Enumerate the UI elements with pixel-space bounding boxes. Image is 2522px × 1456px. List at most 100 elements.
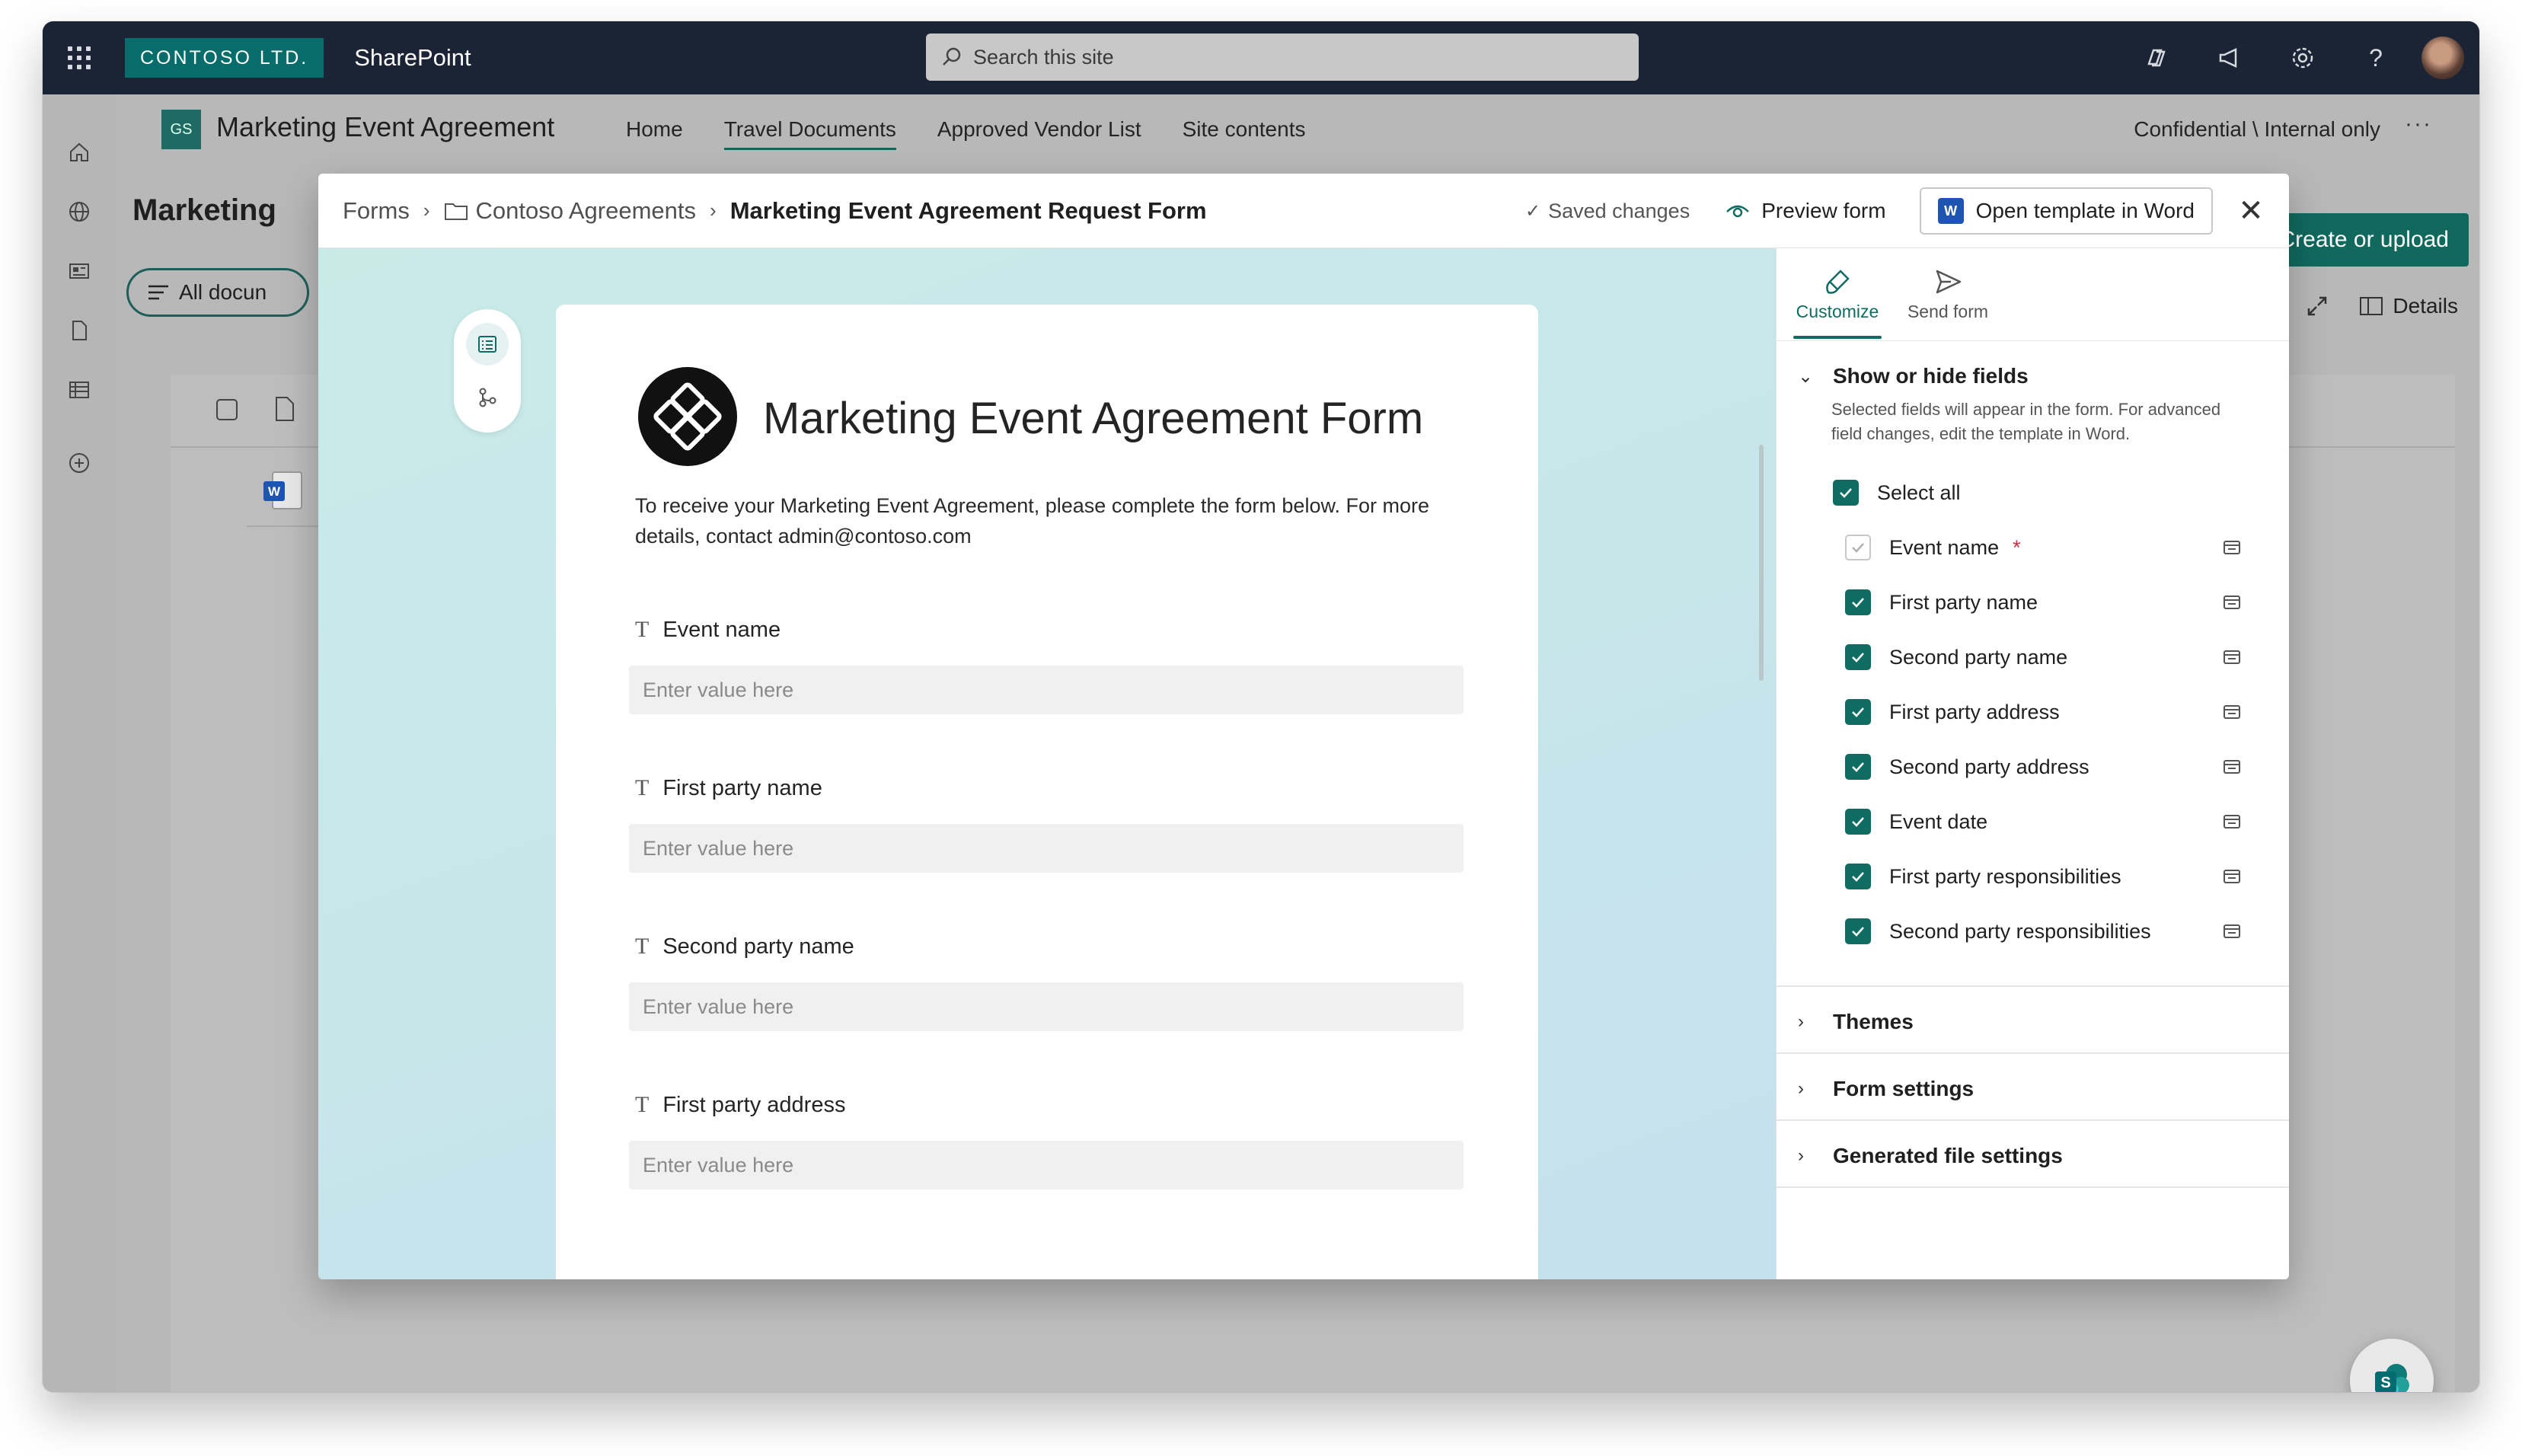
nav-home[interactable]: Home: [626, 117, 683, 150]
field-checkbox[interactable]: [1845, 644, 1871, 670]
form-settings-section-header[interactable]: › Form settings: [1798, 1077, 1974, 1101]
browser-window: CONTOSO LTD. SharePoint Search this site…: [43, 21, 2479, 1392]
first-party-address-input[interactable]: Enter value here: [629, 1141, 1464, 1189]
field-toggle-label: Second party name: [1889, 645, 2068, 669]
details-label: Details: [2393, 294, 2458, 318]
expand-icon[interactable]: [2306, 295, 2329, 318]
tab-customize[interactable]: Customize: [1793, 262, 1882, 322]
field-toggle-row[interactable]: First party responsibilities: [1845, 864, 2271, 889]
field-settings-icon[interactable]: [2221, 592, 2243, 612]
form-description[interactable]: To receive your Marketing Event Agreemen…: [635, 490, 1442, 551]
document-icon[interactable]: [65, 317, 93, 344]
generated-file-settings-section-header[interactable]: › Generated file settings: [1798, 1144, 2063, 1168]
word-icon: W: [1937, 198, 1964, 224]
site-logo[interactable]: GS: [161, 110, 201, 149]
app-launcher-icon[interactable]: [43, 21, 116, 94]
dialog-header: Forms › Contoso Agreements › Marketing E…: [318, 174, 2289, 248]
app-name[interactable]: SharePoint: [354, 44, 471, 72]
file-type-icon: [276, 397, 294, 421]
word-file-icon[interactable]: W: [262, 469, 305, 512]
org-brand[interactable]: CONTOSO LTD.: [125, 38, 324, 78]
field-settings-icon[interactable]: [2221, 757, 2243, 777]
generated-file-settings-title: Generated file settings: [1833, 1144, 2063, 1167]
field-toggle-row[interactable]: Event date: [1845, 809, 2271, 835]
field-settings-icon[interactable]: [2221, 538, 2243, 557]
form-canvas: Marketing Event Agreement Form To receiv…: [318, 248, 1776, 1279]
field-toggle-row[interactable]: First party name: [1845, 589, 2271, 615]
form-field-first-party-name: T First party name Enter value here: [629, 775, 1467, 873]
nav-site-contents[interactable]: Site contents: [1183, 117, 1306, 150]
breadcrumb-contoso-agreements[interactable]: Contoso Agreements: [476, 197, 697, 225]
section-divider: [1777, 985, 2289, 987]
site-nav: Home Travel Documents Approved Vendor Li…: [626, 117, 1305, 150]
create-or-upload-label: Create or upload: [2278, 227, 2449, 252]
branching-icon[interactable]: [466, 376, 509, 419]
canvas-scrollbar[interactable]: [1759, 445, 1764, 681]
add-circle-icon[interactable]: [65, 449, 93, 477]
tab-send-form-label: Send form: [1907, 302, 1989, 321]
select-all-rows-checkbox[interactable]: [216, 399, 238, 420]
form-editor-dialog: Forms › Contoso Agreements › Marketing E…: [318, 174, 2289, 1279]
field-settings-icon[interactable]: [2221, 921, 2243, 941]
breadcrumb-forms[interactable]: Forms: [343, 197, 410, 225]
second-party-name-input[interactable]: Enter value here: [629, 982, 1464, 1031]
field-toggle-row[interactable]: Second party responsibilities: [1845, 918, 2271, 944]
close-icon[interactable]: ✕: [2236, 193, 2266, 228]
nav-approved-vendor-list[interactable]: Approved Vendor List: [937, 117, 1141, 150]
field-settings-icon[interactable]: [2221, 867, 2243, 886]
more-options-icon[interactable]: ···: [2405, 111, 2432, 137]
list-icon[interactable]: [65, 376, 93, 404]
show-hide-fields-header[interactable]: ⌄ Show or hide fields: [1798, 364, 2029, 388]
field-checkbox[interactable]: [1845, 918, 1871, 944]
preview-form-button[interactable]: Preview form: [1725, 199, 1886, 223]
themes-title: Themes: [1833, 1010, 1914, 1033]
field-checkbox[interactable]: [1845, 754, 1871, 780]
site-title[interactable]: Marketing Event Agreement: [216, 111, 554, 143]
field-toggle-label: Event date: [1889, 809, 1988, 833]
folder-icon: [444, 203, 468, 220]
copilot-icon[interactable]: [2120, 21, 2193, 94]
event-name-input[interactable]: Enter value here: [629, 666, 1464, 714]
details-button[interactable]: Details: [2359, 294, 2458, 318]
home-icon[interactable]: [65, 139, 93, 166]
form-title[interactable]: Marketing Event Agreement Form: [763, 393, 1423, 444]
field-settings-icon[interactable]: [2221, 812, 2243, 832]
field-label: Second party name: [662, 934, 854, 959]
field-toggle-row[interactable]: Second party name: [1845, 644, 2271, 670]
company-logo-icon: [638, 367, 737, 466]
active-tab-indicator: [1793, 336, 1882, 339]
view-selector[interactable]: All docun: [126, 268, 309, 317]
field-toggle-label: Second party address: [1889, 755, 2089, 778]
text-field-icon: T: [635, 775, 650, 800]
first-party-name-input[interactable]: Enter value here: [629, 824, 1464, 873]
tab-send-form[interactable]: Send form: [1898, 262, 1997, 322]
field-settings-icon[interactable]: [2221, 647, 2243, 667]
megaphone-icon[interactable]: [2193, 21, 2266, 94]
field-checkbox[interactable]: [1845, 809, 1871, 835]
globe-icon[interactable]: [65, 198, 93, 225]
field-checkbox-locked: [1845, 535, 1871, 560]
form-view-icon[interactable]: [466, 323, 509, 366]
select-all-checkbox-row[interactable]: Select all: [1833, 480, 1961, 506]
sharepoint-logo-icon: S: [2375, 1364, 2409, 1392]
search-box[interactable]: Search this site: [926, 34, 1639, 81]
user-avatar[interactable]: [2421, 37, 2464, 79]
field-checkbox[interactable]: [1845, 699, 1871, 725]
field-toggle-row[interactable]: Second party address: [1845, 754, 2271, 780]
sensitivity-label[interactable]: Confidential \ Internal only: [2134, 117, 2380, 142]
field-settings-icon[interactable]: [2221, 702, 2243, 722]
field-toggle-row[interactable]: Event name *: [1845, 535, 2271, 560]
text-field-icon: T: [635, 934, 650, 959]
themes-section-header[interactable]: › Themes: [1798, 1010, 1914, 1034]
settings-gear-icon[interactable]: [2266, 21, 2339, 94]
select-all-checkbox[interactable]: [1833, 480, 1859, 506]
nav-travel-documents[interactable]: Travel Documents: [723, 117, 896, 150]
panel-tabs: Customize Send form: [1777, 248, 2289, 341]
help-icon[interactable]: ?: [2339, 21, 2412, 94]
section-divider: [1777, 1186, 2289, 1188]
open-template-in-word-button[interactable]: W Open template in Word: [1919, 187, 2213, 235]
field-checkbox[interactable]: [1845, 589, 1871, 615]
field-checkbox[interactable]: [1845, 864, 1871, 889]
field-toggle-row[interactable]: First party address: [1845, 699, 2271, 725]
news-icon[interactable]: [65, 257, 93, 285]
